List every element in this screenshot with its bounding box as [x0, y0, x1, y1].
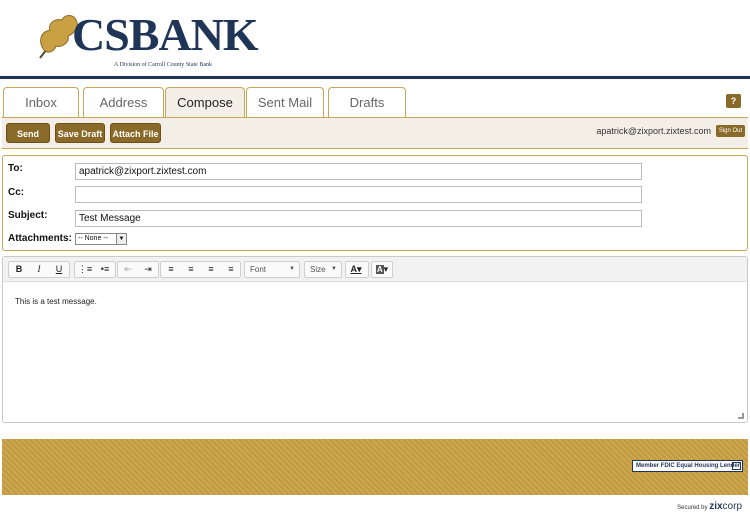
cc-label: Cc: — [8, 187, 25, 198]
background-color-button[interactable]: A▾ — [371, 261, 393, 278]
to-label: To: — [8, 163, 23, 174]
tab-address[interactable]: Address — [83, 87, 164, 118]
subject-field[interactable]: Test Message — [75, 210, 642, 227]
tab-compose[interactable]: Compose — [165, 87, 245, 119]
csbank-logo: CSBANK A Division of Carroll County Stat… — [34, 10, 259, 70]
to-field[interactable]: apatrick@zixport.zixtest.com — [75, 163, 642, 180]
font-select-label: Font — [250, 265, 267, 274]
brand-name: CSBANK — [72, 9, 259, 60]
tab-inbox[interactable]: Inbox — [3, 87, 79, 118]
attachments-value: -- None -- — [78, 235, 108, 242]
message-body[interactable]: This is a test message. — [15, 297, 97, 306]
subject-label: Subject: — [8, 210, 48, 221]
chevron-down-icon: ▼ — [289, 266, 295, 272]
align-left-icon[interactable]: ≡ — [161, 262, 181, 277]
header-divider — [0, 76, 750, 79]
attachments-select[interactable]: -- None -- ▼ — [75, 233, 127, 245]
italic-icon[interactable]: I — [29, 262, 49, 277]
font-family-select[interactable]: Font ▼ — [244, 261, 300, 278]
background-color-icon: A▾ — [375, 264, 389, 274]
help-button[interactable]: ? — [726, 94, 741, 108]
message-editor: B I U ⋮≡ •≡ ⇤ ⇥ ≡ ≡ ≡ ≡ Font ▼ Size ▼ A▾ — [2, 256, 748, 423]
text-color-icon: A▾ — [350, 264, 362, 274]
attachments-label: Attachments: — [8, 233, 72, 244]
text-color-button[interactable]: A▾ — [345, 261, 369, 278]
zixcorp-logo: zix — [709, 501, 723, 512]
text-style-group: B I U — [8, 261, 70, 278]
indent-icon[interactable]: ⇥ — [138, 262, 158, 277]
cc-field[interactable] — [75, 186, 642, 203]
page-footer: Member FDIC Equal Housing Lender — [2, 439, 748, 495]
brand-subtitle: A Division of Carroll County State Bank — [114, 62, 212, 68]
list-group: ⋮≡ •≡ — [74, 261, 116, 278]
fdic-text: Member FDIC Equal Housing Lender — [636, 463, 741, 469]
chevron-down-icon: ▼ — [331, 266, 337, 272]
bold-icon[interactable]: B — [9, 262, 29, 277]
save-draft-button[interactable]: Save Draft — [55, 123, 105, 143]
indent-group: ⇤ ⇥ — [117, 261, 159, 278]
secured-by-zixcorp: Secured by zixcorp — [677, 501, 742, 512]
secured-by-label: Secured by — [677, 505, 708, 511]
editor-toolbar: B I U ⋮≡ •≡ ⇤ ⇥ ≡ ≡ ≡ ≡ Font ▼ Size ▼ A▾ — [3, 257, 747, 282]
user-email: apatrick@zixport.zixtest.com — [596, 126, 711, 136]
bulleted-list-icon[interactable]: •≡ — [95, 262, 115, 277]
tab-sent-mail[interactable]: Sent Mail — [246, 87, 324, 118]
align-justify-icon[interactable]: ≡ — [221, 262, 241, 277]
compose-toolbar: Send Save Draft Attach File apatrick@zix… — [2, 117, 748, 149]
size-select-label: Size — [310, 265, 326, 274]
sign-out-button[interactable]: Sign Out — [716, 125, 745, 137]
align-right-icon[interactable]: ≡ — [201, 262, 221, 277]
underline-icon[interactable]: U — [49, 262, 69, 277]
compose-form: To: apatrick@zixport.zixtest.com Cc: Sub… — [2, 155, 748, 251]
zixcorp-logo-suffix: corp — [722, 501, 742, 512]
resize-handle-icon[interactable] — [738, 413, 744, 419]
numbered-list-icon[interactable]: ⋮≡ — [75, 262, 95, 277]
chevron-down-icon[interactable]: ▼ — [116, 234, 126, 244]
attach-file-button[interactable]: Attach File — [110, 123, 161, 143]
equal-housing-icon — [732, 462, 741, 470]
tab-drafts[interactable]: Drafts — [328, 87, 406, 118]
outdent-icon[interactable]: ⇤ — [118, 262, 138, 277]
fdic-badge: Member FDIC Equal Housing Lender — [632, 460, 743, 472]
alignment-group: ≡ ≡ ≡ ≡ — [160, 261, 241, 278]
font-size-select[interactable]: Size ▼ — [304, 261, 342, 278]
send-button[interactable]: Send — [6, 123, 50, 143]
align-center-icon[interactable]: ≡ — [181, 262, 201, 277]
